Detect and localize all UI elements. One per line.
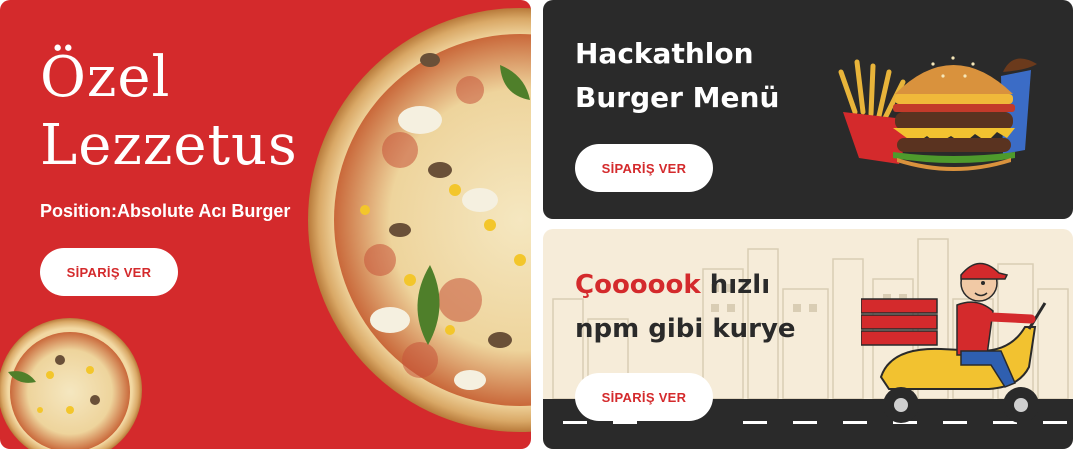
order-button[interactable]: SİPARİŞ VER bbox=[575, 373, 713, 421]
burger-menu-icon bbox=[838, 56, 1037, 171]
title-accent: Çoooook bbox=[575, 270, 701, 300]
title-line-1: Hackathlon bbox=[575, 37, 754, 70]
courier-scooter-icon bbox=[861, 262, 1047, 423]
order-button[interactable]: SİPARİŞ VER bbox=[40, 248, 178, 296]
card-title: Hackathlon Burger Menü bbox=[575, 32, 779, 120]
burger-menu-card[interactable]: Hackathlon Burger Menü SİPARİŞ VER bbox=[543, 0, 1073, 219]
order-button[interactable]: SİPARİŞ VER bbox=[575, 144, 713, 192]
page-title: Özel Lezzetus bbox=[40, 44, 298, 180]
courier-card[interactable]: Çoooook hızlı npm gibi kurye SİPARİŞ VER bbox=[543, 229, 1073, 449]
subtitle: Position:Absolute Acı Burger bbox=[40, 201, 291, 221]
title-rest: hızlı bbox=[700, 270, 771, 300]
title-line-1: Çoooook hızlı bbox=[575, 263, 796, 307]
title-line-1: Özel bbox=[40, 45, 171, 110]
title-line-2: Lezzetus bbox=[40, 113, 298, 178]
title-line-2: npm gibi kurye bbox=[575, 314, 796, 344]
special-offer-card[interactable]: Özel Lezzetus Position:Absolute Acı Burg… bbox=[0, 0, 531, 449]
title-line-2: Burger Menü bbox=[575, 81, 780, 114]
card-title: Çoooook hızlı npm gibi kurye bbox=[575, 263, 796, 351]
